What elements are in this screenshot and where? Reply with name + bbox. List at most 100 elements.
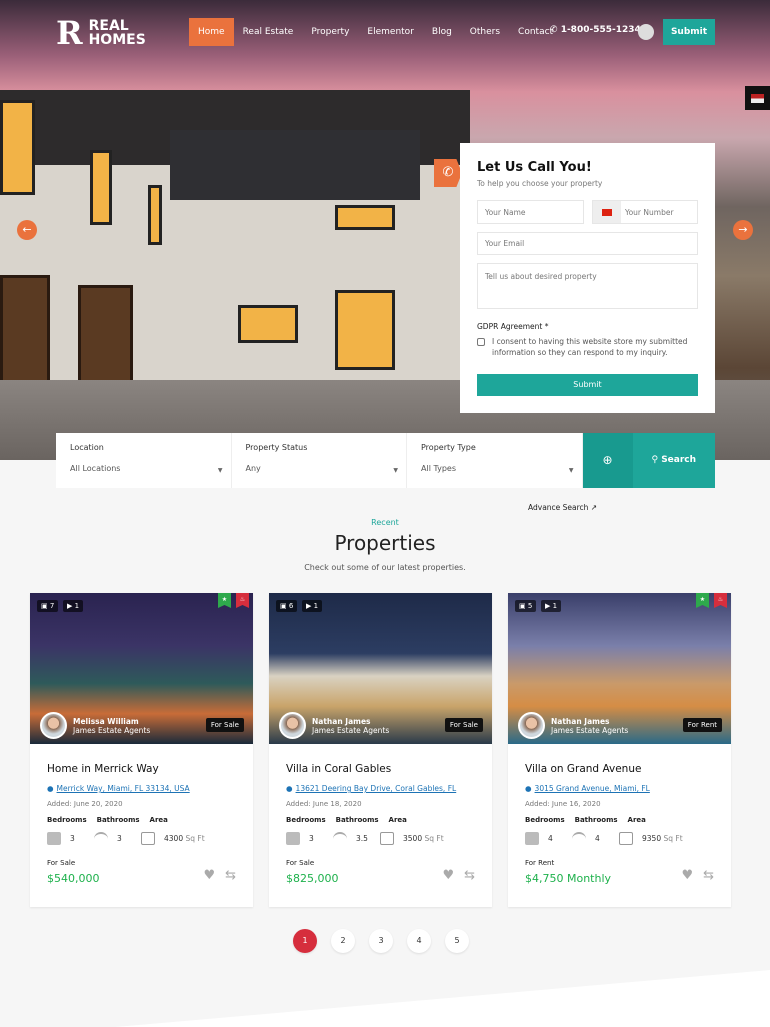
page-5[interactable]: 5 [445,929,469,953]
listing-status: For Sale [286,859,315,867]
bedrooms-label: Bedrooms [525,816,565,824]
agent-name: Melissa William [73,716,139,726]
agent-avatar [518,712,545,739]
agent-name: Nathan James [551,716,610,726]
advance-search-button[interactable]: ⊕ [582,433,633,488]
phone-input[interactable]: Your Number [592,200,698,224]
window [335,205,395,230]
consent-checkbox[interactable] [477,338,485,346]
photo-count: ▣ 6 [276,600,298,612]
window [148,185,162,245]
video-count: ▶ 1 [63,600,84,612]
hero-roof [170,130,420,200]
name-input[interactable]: Your Name [477,200,584,224]
form-submit-button[interactable]: Submit [477,374,698,396]
logo[interactable]: R REAL HOMES [56,14,146,52]
front-door [335,290,395,370]
area-unit: Sq Ft [424,834,444,843]
camera-icon: ▣ [41,602,48,610]
message-textarea[interactable]: Tell us about desired property [477,263,698,309]
photo-count: ▣ 7 [37,600,59,612]
favorite-heart-icon[interactable]: ♥ [681,868,693,883]
featured-star-icon: ★ [218,593,231,608]
map-pin-icon: ● [286,784,293,793]
menu-item-others[interactable]: Others [461,18,509,46]
property-card[interactable]: ▣ 7 ▶ 1 ★ ♨ Melissa William James Estate A… [30,593,253,907]
menu-item-property[interactable]: Property [302,18,358,46]
bed-icon [525,832,539,845]
property-search-bar: Location All Locations ▼ Property Status An… [56,433,715,488]
video-icon: ▶ [545,602,551,610]
compare-arrows-icon[interactable]: ⇆ [464,868,475,883]
phone-call-icon: ✆ [434,159,462,187]
agency-name: James Estate Agents [551,725,629,735]
email-input[interactable]: Your Email [477,232,698,255]
language-switcher[interactable] [745,86,770,110]
listing-status: For Rent [525,859,555,867]
field-label: Property Type [421,443,476,452]
page-3[interactable]: 3 [369,929,393,953]
type-select[interactable]: Property Type All Types ▼ [407,433,583,488]
area-unit: Sq Ft [663,834,683,843]
phone-link[interactable]: ✆ 1-800-555-1234 [550,25,641,35]
map-pin-icon: ● [525,784,532,793]
agency-name: James Estate Agents [312,725,390,735]
phone-number: 1-800-555-1234 [560,25,641,35]
page-4[interactable]: 4 [407,929,431,953]
status-select[interactable]: Property Status Any ▼ [232,433,407,488]
photo-count: ▣ 5 [515,600,537,612]
logo-text: HOMES [88,32,146,48]
menu-item-blog[interactable]: Blog [423,18,461,46]
section-kicker: Recent [371,518,399,527]
phone-icon: ✆ [550,25,558,35]
area-icon [619,832,633,845]
property-image[interactable]: ▣ 7 ▶ 1 ★ ♨ Melissa William James Estate A… [30,593,253,744]
property-image[interactable]: ▣ 5 ▶ 1 ★ ♨ Nathan James James Estate Agen… [508,593,731,744]
menu-item-home[interactable]: Home [189,18,234,46]
menu-item-elementor[interactable]: Elementor [358,18,422,46]
search-button[interactable]: ⚲ Search [632,433,715,488]
slider-prev-button[interactable]: ← [17,220,37,240]
featured-star-icon: ★ [696,593,709,608]
location-select[interactable]: Location All Locations ▼ [56,433,232,488]
property-title[interactable]: Villa on Grand Avenue [525,763,714,775]
submit-property-button[interactable]: Submit [663,19,715,45]
user-account-icon[interactable] [638,24,654,40]
property-address[interactable]: ● Merrick Way, Miami, FL 33134, USA [47,784,236,793]
compare-arrows-icon[interactable]: ⇆ [225,868,236,883]
property-image[interactable]: ▣ 6 ▶ 1 Nathan James James Estate Agents … [269,593,492,744]
property-address[interactable]: ● 3015 Grand Avenue, Miami, FL [525,784,714,793]
area-unit: Sq Ft [185,834,205,843]
property-card[interactable]: ▣ 5 ▶ 1 ★ ♨ Nathan James James Estate Agen… [508,593,731,907]
video-icon: ▶ [306,602,312,610]
footer-shape [115,970,770,1027]
compare-arrows-icon[interactable]: ⇆ [703,868,714,883]
agent-info[interactable]: Nathan James James Estate Agents [279,712,389,739]
baths-value: 3 [117,834,122,843]
slider-next-button[interactable]: → [733,220,753,240]
listing-status: For Sale [47,859,76,867]
property-card[interactable]: ▣ 6 ▶ 1 Nathan James James Estate Agents … [269,593,492,907]
video-count: ▶ 1 [541,600,562,612]
bedrooms-label: Bedrooms [47,816,87,824]
bedrooms-label: Bedrooms [286,816,326,824]
agent-info[interactable]: Melissa William James Estate Agents [40,712,150,739]
agent-name: Nathan James [312,716,371,726]
country-flag-dropdown[interactable] [593,201,621,223]
menu-item-real-estate[interactable]: Real Estate [234,18,303,46]
property-address[interactable]: ● 13621 Deering Bay Drive, Coral Gables, … [286,784,475,793]
page-2[interactable]: 2 [331,929,355,953]
favorite-heart-icon[interactable]: ♥ [442,868,454,883]
agent-info[interactable]: Nathan James James Estate Agents [518,712,628,739]
section-title: Properties [334,531,436,555]
property-title[interactable]: Villa in Coral Gables [286,763,475,775]
favorite-heart-icon[interactable]: ♥ [203,868,215,883]
logo-mark: R [56,14,83,52]
property-title[interactable]: Home in Merrick Way [47,763,236,775]
search-icon: ⚲ [651,455,659,465]
map-pin-icon: ● [47,784,54,793]
hot-flame-icon: ♨ [714,593,727,608]
page-1[interactable]: 1 [293,929,317,953]
window [90,150,112,225]
field-value: Any [245,464,261,473]
